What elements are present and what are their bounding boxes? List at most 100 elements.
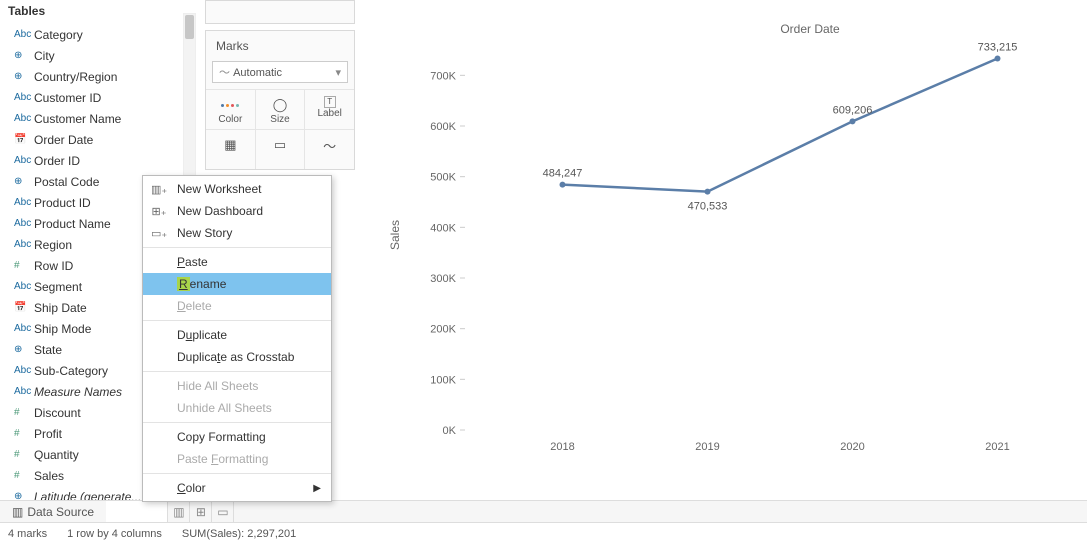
svg-text:100K: 100K xyxy=(430,374,456,386)
field-label: Segment xyxy=(34,280,82,294)
tables-heading: Tables xyxy=(8,0,182,24)
svg-text:300K: 300K xyxy=(430,273,456,285)
data-label: 484,247 xyxy=(543,168,583,180)
field-type-icon: Abc xyxy=(14,365,34,376)
field-customer-id[interactable]: AbcCustomer ID xyxy=(8,87,182,108)
svg-text:700K: 700K xyxy=(430,70,456,82)
menu-hide-all-sheets: Hide All Sheets xyxy=(143,375,331,397)
data-source-icon: ▥ xyxy=(12,505,23,519)
menu-label: Duplicate xyxy=(177,328,227,342)
menu-color[interactable]: Color▶ xyxy=(143,477,331,499)
menu-duplicate-as-crosstab[interactable]: Duplicate as Crosstab xyxy=(143,346,331,368)
data-point[interactable] xyxy=(850,118,856,124)
new-dashboard-tab-button[interactable]: ⊞ xyxy=(190,501,212,522)
menu-label: Paste xyxy=(177,255,208,269)
new-worksheet-tab-button[interactable]: ▥ xyxy=(168,501,190,522)
worksheet-icon: ▥₊ xyxy=(151,183,167,196)
menu-new-dashboard[interactable]: ⊞₊New Dashboard xyxy=(143,200,331,222)
marks-path-button[interactable]: 〜 xyxy=(305,130,354,169)
field-label: Customer Name xyxy=(34,112,121,126)
data-point[interactable] xyxy=(560,182,566,188)
menu-label: Rename xyxy=(177,277,226,291)
menu-new-story[interactable]: ▭₊New Story xyxy=(143,222,331,244)
field-label: Ship Date xyxy=(34,301,87,315)
menu-paste[interactable]: Paste xyxy=(143,251,331,273)
field-order-date[interactable]: 📅Order Date xyxy=(8,129,182,150)
menu-label: Copy Formatting xyxy=(177,430,266,444)
status-rows: 1 row by 4 columns xyxy=(67,528,162,540)
marks-color-button[interactable]: Color xyxy=(206,90,256,129)
status-sum: SUM(Sales): 2,297,201 xyxy=(182,528,296,540)
field-label: Sub-Category xyxy=(34,364,108,378)
menu-unhide-all-sheets: Unhide All Sheets xyxy=(143,397,331,419)
marks-tooltip-button[interactable]: ▭ xyxy=(256,130,306,169)
menu-delete: Delete xyxy=(143,295,331,317)
field-type-icon: Abc xyxy=(14,113,34,124)
menu-label: Delete xyxy=(177,299,212,313)
field-type-icon: ⊕ xyxy=(14,176,34,187)
field-category[interactable]: AbcCategory xyxy=(8,24,182,45)
field-type-icon: # xyxy=(14,449,34,460)
series-line xyxy=(563,59,998,192)
field-label: Measure Names xyxy=(34,385,122,399)
data-point[interactable] xyxy=(995,56,1001,62)
menu-new-worksheet[interactable]: ▥₊ New Worksheet xyxy=(143,178,331,200)
marks-card: Marks 〜 Automatic ▾ Color ◯ Size T Label… xyxy=(205,30,355,170)
size-icon: ◯ xyxy=(256,96,305,114)
field-label: Quantity xyxy=(34,448,79,462)
field-type-icon: Abc xyxy=(14,281,34,292)
svg-text:600K: 600K xyxy=(430,121,456,133)
field-customer-name[interactable]: AbcCustomer Name xyxy=(8,108,182,129)
field-type-icon: Abc xyxy=(14,197,34,208)
status-bar: 4 marks 1 row by 4 columns SUM(Sales): 2… xyxy=(0,522,1087,544)
menu-label: New Story xyxy=(177,226,232,240)
field-type-icon: 📅 xyxy=(14,134,34,145)
marks-detail-button[interactable]: ▦ xyxy=(206,130,256,169)
sheet-tab[interactable]: Sheet 1 xyxy=(106,501,168,522)
field-type-icon: # xyxy=(14,407,34,418)
data-label: 609,206 xyxy=(833,104,873,116)
field-city[interactable]: ⊕City xyxy=(8,45,182,66)
field-type-icon: Abc xyxy=(14,239,34,250)
field-label: Product Name xyxy=(34,217,111,231)
field-label: City xyxy=(34,49,55,63)
data-label: 470,533 xyxy=(688,201,728,213)
menu-label: Duplicate as Crosstab xyxy=(177,350,294,364)
menu-duplicate[interactable]: Duplicate xyxy=(143,324,331,346)
label-icon: T xyxy=(324,96,336,108)
field-label: Order Date xyxy=(34,133,93,147)
menu-paste-formatting: Paste Formatting xyxy=(143,448,331,470)
menu-copy-formatting[interactable]: Copy Formatting xyxy=(143,426,331,448)
marks-label-button[interactable]: T Label xyxy=(305,90,354,129)
status-marks: 4 marks xyxy=(8,528,47,540)
menu-label: Color xyxy=(177,481,206,495)
menu-label: New Worksheet xyxy=(177,182,261,196)
new-story-tab-button[interactable]: ▭ xyxy=(212,501,234,522)
field-type-icon: # xyxy=(14,260,34,271)
field-type-icon: Abc xyxy=(14,323,34,334)
menu-rename[interactable]: Rename xyxy=(143,273,331,295)
filter-shelf[interactable] xyxy=(205,0,355,24)
path-icon: 〜 xyxy=(305,136,354,154)
menu-label: New Dashboard xyxy=(177,204,263,218)
field-label: Customer ID xyxy=(34,91,101,105)
data-source-tab[interactable]: ▥ Data Source xyxy=(0,505,106,519)
field-country-region[interactable]: ⊕Country/Region xyxy=(8,66,182,87)
field-type-icon: Abc xyxy=(14,218,34,229)
field-type-icon: 📅 xyxy=(14,302,34,313)
marks-size-button[interactable]: ◯ Size xyxy=(256,90,306,129)
menu-label: Hide All Sheets xyxy=(177,379,258,393)
svg-text:2018: 2018 xyxy=(550,441,574,453)
data-pane-scroll-thumb[interactable] xyxy=(185,15,194,39)
svg-text:0K: 0K xyxy=(443,425,457,437)
menu-label: Unhide All Sheets xyxy=(177,401,272,415)
svg-text:200K: 200K xyxy=(430,324,456,336)
field-label: Region xyxy=(34,238,72,252)
field-type-icon: Abc xyxy=(14,29,34,40)
field-label: Ship Mode xyxy=(34,322,91,336)
mark-type-dropdown[interactable]: 〜 Automatic ▾ xyxy=(212,61,348,83)
chart-view: Order Date Sales 0K100K200K300K400K500K6… xyxy=(380,0,1087,500)
field-order-id[interactable]: AbcOrder ID xyxy=(8,150,182,171)
mark-type-label: Automatic xyxy=(233,67,282,79)
data-point[interactable] xyxy=(705,189,711,195)
